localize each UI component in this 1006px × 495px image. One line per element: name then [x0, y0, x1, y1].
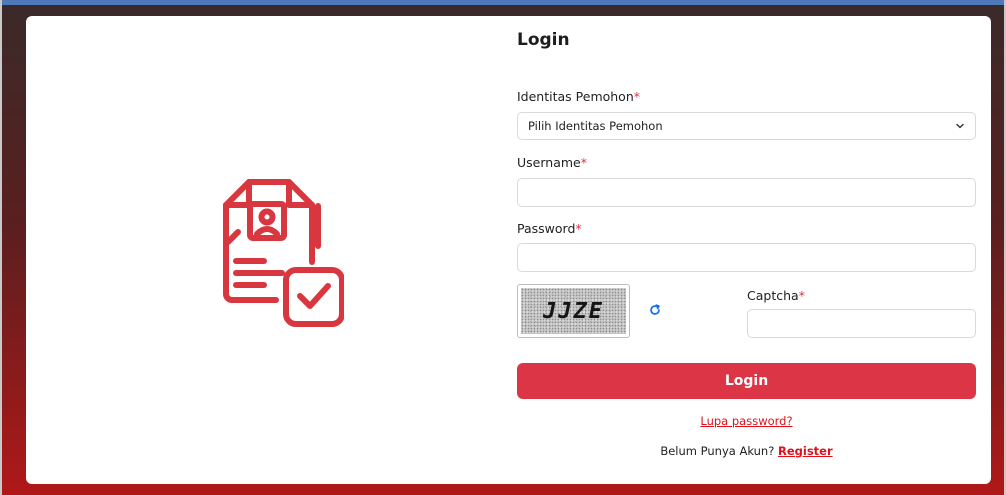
forgot-password-row: Lupa password? — [517, 414, 976, 428]
username-label-text: Username — [517, 155, 581, 170]
top-border — [0, 0, 1006, 5]
required-mark: * — [633, 89, 641, 104]
identity-label: Identitas Pemohon* — [517, 89, 640, 104]
password-input[interactable] — [517, 243, 976, 272]
register-row: Belum Punya Akun? Register — [517, 444, 976, 458]
login-button[interactable]: Login — [517, 363, 976, 399]
required-mark: * — [575, 221, 582, 236]
page-title: Login — [517, 30, 570, 50]
identity-selected-value: Pilih Identitas Pemohon — [528, 119, 663, 133]
captcha-image: JJZE — [517, 284, 630, 338]
required-mark: * — [798, 288, 805, 303]
forgot-password-link[interactable]: Lupa password? — [700, 414, 792, 428]
document-profile-check-icon — [223, 179, 344, 327]
chevron-down-icon — [956, 123, 964, 129]
identity-label-text: Identitas Pemohon — [517, 89, 634, 104]
refresh-icon[interactable] — [648, 303, 662, 317]
captcha-label-text: Captcha — [747, 288, 799, 303]
username-label: Username* — [517, 155, 587, 170]
captcha-input[interactable] — [747, 309, 976, 338]
left-border — [0, 0, 2, 495]
username-input[interactable] — [517, 178, 976, 207]
register-link[interactable]: Register — [778, 444, 833, 458]
required-mark: * — [580, 155, 587, 170]
no-account-text: Belum Punya Akun? — [660, 444, 775, 458]
captcha-label: Captcha* — [747, 288, 805, 303]
login-card: Login Identitas Pemohon* Pilih Identitas… — [26, 16, 991, 484]
password-label: Password* — [517, 221, 582, 236]
captcha-code: JJZE — [543, 298, 604, 324]
password-label-text: Password — [517, 221, 576, 236]
identity-select[interactable]: Pilih Identitas Pemohon — [517, 112, 976, 140]
